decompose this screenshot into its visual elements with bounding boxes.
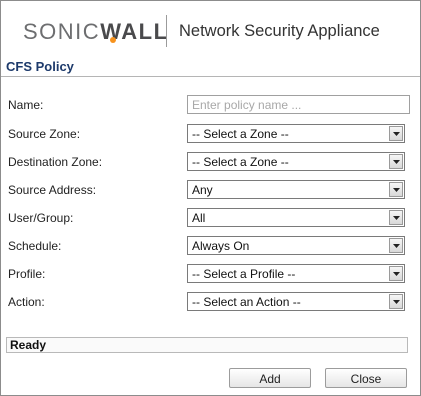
sonicwall-logo: SONIC WALL — [23, 19, 169, 45]
profile-value: -- Select a Profile -- — [192, 267, 296, 281]
action-label: Action: — [8, 295, 45, 309]
action-value: -- Select an Action -- — [192, 295, 301, 309]
dropdown-arrow-icon[interactable] — [389, 294, 403, 309]
source-zone-label: Source Zone: — [8, 127, 81, 141]
logo-text-light: SONIC — [23, 19, 101, 44]
user-group-label: User/Group: — [8, 211, 74, 225]
profile-label: Profile: — [8, 267, 46, 281]
name-row: Name: — [1, 94, 420, 116]
action-row: Action: -- Select an Action -- — [1, 291, 420, 313]
destination-zone-value: -- Select a Zone -- — [192, 155, 289, 169]
schedule-select[interactable]: Always On — [187, 236, 405, 255]
schedule-row: Schedule: Always On — [1, 235, 420, 257]
source-zone-row: Source Zone: -- Select a Zone -- — [1, 123, 420, 145]
status-bar: Ready — [6, 337, 408, 353]
name-label: Name: — [8, 98, 44, 112]
profile-row: Profile: -- Select a Profile -- — [1, 263, 420, 285]
add-button[interactable]: Add — [229, 368, 311, 388]
close-button[interactable]: Close — [325, 368, 407, 388]
page-title: CFS Policy — [6, 59, 74, 74]
destination-zone-label: Destination Zone: — [8, 155, 103, 169]
dropdown-arrow-icon[interactable] — [389, 238, 403, 253]
source-zone-select[interactable]: -- Select a Zone -- — [187, 124, 405, 143]
header: SONIC WALL Network Security Appliance — [1, 1, 420, 59]
profile-select[interactable]: -- Select a Profile -- — [187, 264, 405, 283]
dropdown-arrow-icon[interactable] — [389, 154, 403, 169]
dropdown-arrow-icon[interactable] — [389, 266, 403, 281]
source-address-value: Any — [192, 183, 213, 197]
dialog-window: SONIC WALL Network Security Appliance CFS… — [0, 0, 421, 396]
source-zone-value: -- Select a Zone -- — [192, 127, 289, 141]
user-group-select[interactable]: All — [187, 208, 405, 227]
user-group-value: All — [192, 211, 206, 225]
destination-zone-row: Destination Zone: -- Select a Zone -- — [1, 151, 420, 173]
status-text: Ready — [10, 338, 47, 352]
user-group-row: User/Group: All — [1, 207, 420, 229]
policy-name-input[interactable] — [187, 95, 410, 114]
header-divider — [166, 15, 167, 47]
schedule-label: Schedule: — [8, 239, 62, 253]
dropdown-arrow-icon[interactable] — [389, 182, 403, 197]
source-address-label: Source Address: — [8, 183, 97, 197]
source-address-select[interactable]: Any — [187, 180, 405, 199]
product-name: Network Security Appliance — [179, 22, 380, 40]
destination-zone-select[interactable]: -- Select a Zone -- — [187, 152, 405, 171]
dropdown-arrow-icon[interactable] — [389, 210, 403, 225]
source-address-row: Source Address: Any — [1, 179, 420, 201]
schedule-value: Always On — [192, 239, 250, 253]
dropdown-arrow-icon[interactable] — [389, 126, 403, 141]
action-select[interactable]: -- Select an Action -- — [187, 292, 405, 311]
title-bar: CFS Policy — [1, 59, 420, 77]
